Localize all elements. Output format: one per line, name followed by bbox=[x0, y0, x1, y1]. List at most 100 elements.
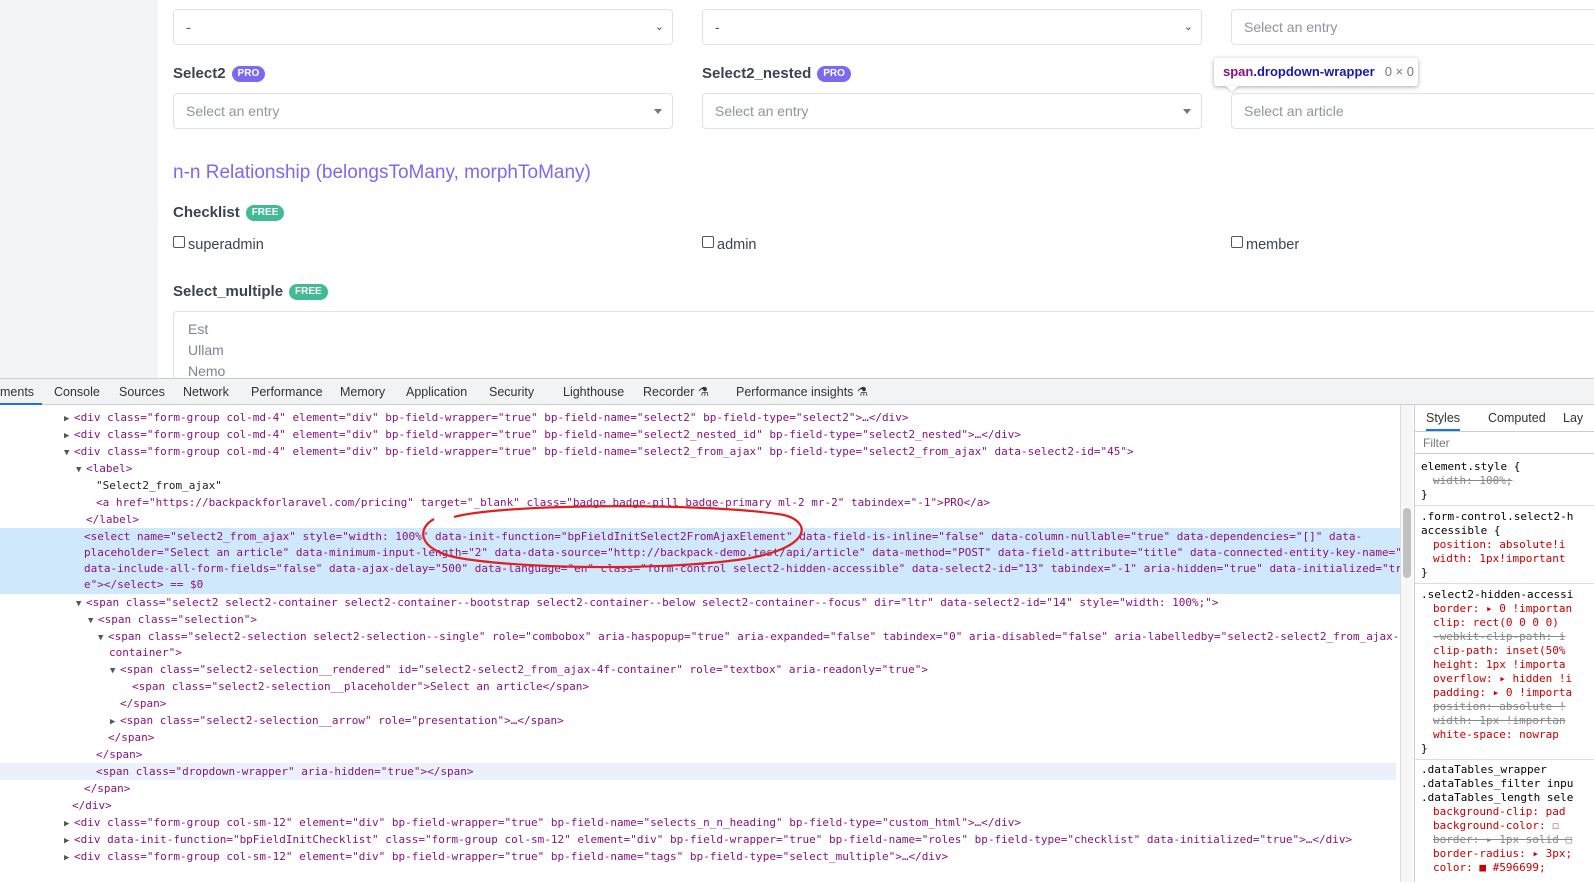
tab-recorder[interactable]: Recorder ⚗ bbox=[643, 379, 709, 405]
dom-node-text: <span class="dropdown-wrapper" aria-hidd… bbox=[96, 765, 474, 778]
dom-node[interactable]: </span> bbox=[0, 695, 1413, 712]
style-prop[interactable]: width: 100%; bbox=[1433, 474, 1512, 488]
style-prop[interactable]: height: 1px !importa bbox=[1433, 658, 1565, 672]
style-rule-selector: .dataTables_wrapper bbox=[1421, 763, 1547, 776]
select-multiple-listbox[interactable]: Est Ullam Nemo bbox=[173, 311, 1594, 385]
tab-security[interactable]: Security bbox=[489, 379, 534, 405]
checklist-label: Checklist FREE bbox=[173, 204, 285, 221]
select-dash-2-value: - bbox=[715, 19, 720, 35]
chevron-down-icon: ⌄ bbox=[654, 21, 664, 33]
select-entry-top[interactable]: Select an entry bbox=[1231, 9, 1594, 45]
style-prop[interactable]: position: absolute ! bbox=[1433, 700, 1565, 714]
style-prop[interactable]: background-color: ☐ bbox=[1433, 819, 1559, 833]
style-prop[interactable]: position: absolute!i bbox=[1433, 538, 1565, 552]
select2-placeholder: Select an entry bbox=[186, 103, 280, 119]
style-prop[interactable]: padding: ▸ 0 !importa bbox=[1433, 686, 1572, 700]
list-item[interactable]: Ullam bbox=[188, 342, 224, 358]
dom-node-selected-cont[interactable]: e"></select> == $0 bbox=[0, 576, 1413, 594]
dom-node[interactable]: ▶ <span class="select2-selection__arrow" … bbox=[0, 712, 1413, 729]
pro-badge[interactable]: PRO bbox=[231, 66, 266, 82]
dom-node-text: <span class="select2 select2-container s… bbox=[86, 596, 1219, 609]
tab-performance-insights[interactable]: Performance insights ⚗ bbox=[736, 379, 868, 405]
select2-nested-input[interactable]: Select an entry bbox=[702, 93, 1202, 129]
dom-node-text: <div class="form-group col-md-4" element… bbox=[74, 445, 1134, 458]
tab-performance[interactable]: Performance bbox=[251, 379, 323, 405]
dom-node-text: </span> bbox=[108, 731, 155, 744]
pro-badge[interactable]: PRO bbox=[817, 66, 851, 82]
elements-scrollbar[interactable] bbox=[1400, 405, 1413, 882]
dom-node-text: </span> bbox=[120, 697, 167, 710]
list-item[interactable]: Est bbox=[188, 321, 208, 337]
dom-node-text: <span class="select2-selection__rendered… bbox=[120, 663, 928, 676]
dom-node[interactable]: ▶ <div class="form-group col-md-4" elemen… bbox=[0, 409, 1413, 426]
styles-filter-input[interactable]: Filter bbox=[1415, 432, 1594, 454]
select-dash-2[interactable]: - ⌄ bbox=[702, 9, 1202, 45]
tab-layout[interactable]: Lay bbox=[1563, 405, 1583, 431]
checkbox-label: admin bbox=[717, 237, 757, 253]
select-dash-1-value: - bbox=[186, 19, 191, 35]
tab-lighthouse[interactable]: Lighthouse bbox=[563, 379, 624, 405]
style-prop[interactable]: color: ■ #596699; bbox=[1433, 861, 1546, 875]
style-prop[interactable]: white-space: nowrap bbox=[1433, 728, 1559, 742]
scrollbar-thumb[interactable] bbox=[1403, 508, 1411, 578]
style-prop[interactable]: border-radius: ▸ 3px; bbox=[1433, 847, 1572, 861]
dom-node[interactable]: ▼ <span class="selection"> bbox=[0, 611, 1413, 628]
style-prop[interactable]: clip-path: inset(50% bbox=[1433, 644, 1565, 658]
list-item[interactable]: Nemo bbox=[188, 363, 225, 379]
checkbox-icon[interactable] bbox=[173, 236, 185, 248]
dom-node[interactable]: ▶ <div class="form-group col-md-4" elemen… bbox=[0, 426, 1413, 443]
tab-sources[interactable]: Sources bbox=[119, 379, 165, 405]
dom-node-hovered[interactable]: <span class="dropdown-wrapper" aria-hidd… bbox=[0, 763, 1396, 780]
dom-node-text: <span class="selection"> bbox=[98, 613, 257, 626]
select2-input[interactable]: Select an entry bbox=[173, 93, 673, 129]
expand-triangle-icon[interactable]: ▶ bbox=[64, 850, 74, 867]
tooltip-tag: span bbox=[1223, 64, 1254, 79]
tab-elements[interactable]: ments bbox=[0, 379, 42, 405]
dom-node[interactable]: ▼ <span class="select2 select2-container … bbox=[0, 594, 1413, 611]
style-prop[interactable]: background-clip: pad bbox=[1433, 805, 1565, 819]
style-prop[interactable]: border: ▸ 0 !importan bbox=[1433, 602, 1572, 616]
tab-styles[interactable]: Styles bbox=[1426, 405, 1461, 431]
tab-memory[interactable]: Memory bbox=[340, 379, 385, 405]
dom-node[interactable]: </span> bbox=[0, 780, 1413, 797]
dom-node[interactable]: <span class="select2-selection__placehol… bbox=[0, 678, 1413, 695]
dom-node[interactable]: </span> bbox=[0, 746, 1413, 763]
elements-tree[interactable]: ▶ <div class="form-group col-md-4" elemen… bbox=[0, 405, 1413, 882]
dom-node-text: container"> bbox=[109, 646, 182, 659]
dom-node-text: "Select2_from_ajax" bbox=[96, 479, 222, 492]
dom-node[interactable]: ▶ <div class="form-group col-sm-12" eleme… bbox=[0, 814, 1413, 831]
style-prop[interactable]: width: 1px!important bbox=[1433, 552, 1565, 566]
free-badge[interactable]: FREE bbox=[245, 205, 285, 221]
free-badge[interactable]: FREE bbox=[289, 284, 328, 300]
devtools-tabbar: ments Console Sources Network Performanc… bbox=[0, 378, 1594, 405]
style-prop[interactable]: width: 1px !importan bbox=[1433, 714, 1565, 728]
style-prop[interactable]: overflow: ▸ hidden !i bbox=[1433, 672, 1572, 686]
dom-node[interactable]: </span> bbox=[0, 729, 1413, 746]
select2-from-ajax-input[interactable]: Select an article bbox=[1231, 93, 1594, 129]
style-prop[interactable]: -webkit-clip-path: i bbox=[1433, 630, 1565, 644]
red-annotation-ellipse bbox=[422, 505, 803, 569]
dom-node[interactable]: </div> bbox=[0, 797, 1413, 814]
tab-computed[interactable]: Computed bbox=[1488, 405, 1546, 431]
dom-node[interactable]: ▼ <label> bbox=[0, 460, 1413, 477]
dom-node[interactable]: ▼ <span class="select2-selection select2-… bbox=[0, 628, 1413, 645]
dom-node[interactable]: ▶ <div data-init-function="bpFieldInitChe… bbox=[0, 831, 1413, 848]
select-dash-1[interactable]: - ⌄ bbox=[173, 9, 673, 45]
tooltip-class: .dropdown-wrapper bbox=[1253, 64, 1375, 79]
tab-console[interactable]: Console bbox=[54, 379, 100, 405]
dom-text-node[interactable]: "Select2_from_ajax" bbox=[0, 477, 1413, 494]
style-prop[interactable]: clip: rect(0 0 0 0) bbox=[1433, 616, 1559, 630]
dom-node[interactable]: ▼ <span class="select2-selection__rendere… bbox=[0, 661, 1413, 678]
dom-node[interactable]: ▶ <div class="form-group col-sm-12" eleme… bbox=[0, 848, 1413, 865]
checkbox-member[interactable]: member bbox=[1231, 236, 1299, 253]
checkbox-admin[interactable]: admin bbox=[702, 236, 757, 253]
dom-node-text: <label> bbox=[86, 462, 133, 475]
tab-application[interactable]: Application bbox=[406, 379, 467, 405]
dom-node-cont[interactable]: container"> bbox=[0, 644, 1413, 661]
tab-network[interactable]: Network bbox=[183, 379, 229, 405]
style-prop[interactable]: border: ▸ 1px solid ▢ bbox=[1433, 833, 1572, 847]
checkbox-superadmin[interactable]: superadmin bbox=[173, 236, 264, 253]
checkbox-icon[interactable] bbox=[1231, 236, 1243, 248]
checkbox-icon[interactable] bbox=[702, 236, 714, 248]
dom-node[interactable]: ▼ <div class="form-group col-md-4" elemen… bbox=[0, 443, 1413, 460]
